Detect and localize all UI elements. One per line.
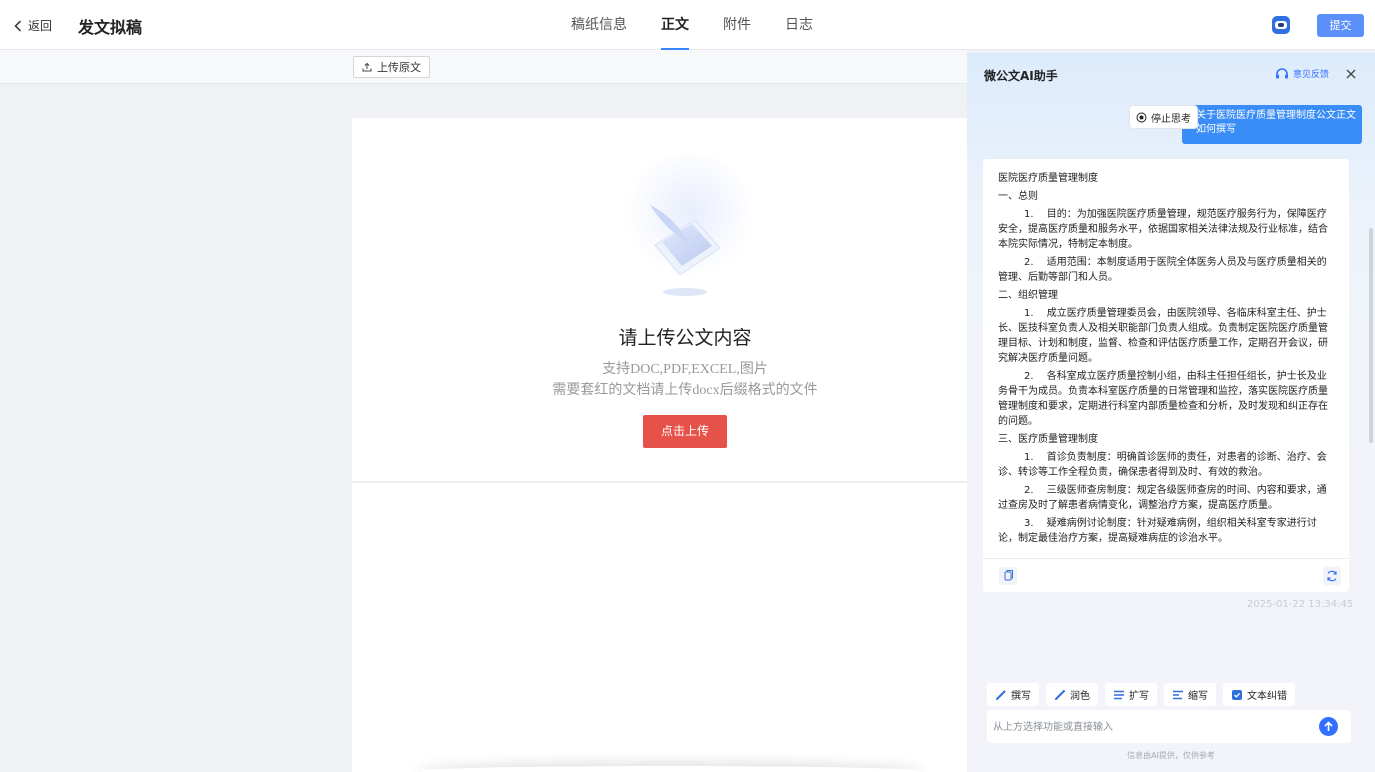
- page-divider: [352, 481, 967, 483]
- answer-paragraph: 2. 适用范围：本制度适用于医院全体医务人员及与医疗质量相关的管理、后勤等部门和…: [998, 257, 1327, 283]
- copy-icon[interactable]: [999, 567, 1017, 585]
- tab-body-text[interactable]: 正文: [661, 0, 689, 50]
- function-toolbar: 撰写 润色 扩写 缩写 文本纠错: [987, 683, 1302, 706]
- main-tabs: 稿纸信息 正文 附件 日志: [571, 0, 847, 50]
- answer-section-heading: 二、组织管理: [998, 290, 1058, 301]
- feedback-label: 意见反馈: [1293, 70, 1330, 80]
- ai-assistant-icon[interactable]: [1272, 16, 1290, 34]
- check-box-icon: [1232, 689, 1242, 700]
- upload-hint-formats: 支持DOC,PDF,EXCEL,图片: [602, 362, 768, 377]
- upload-icon: [362, 62, 372, 72]
- feedback-link[interactable]: 意见反馈: [1275, 67, 1329, 80]
- chat-input-box: [987, 710, 1351, 743]
- stop-thinking-label: 停止思考: [1151, 113, 1191, 125]
- submit-button[interactable]: 提交: [1317, 14, 1364, 37]
- empty-document-icon: [625, 153, 755, 296]
- click-upload-button[interactable]: 点击上传: [643, 415, 727, 448]
- answer-timestamp: 2025-01-22 13:34:45: [1247, 599, 1354, 610]
- stop-thinking-button[interactable]: 停止思考: [1129, 105, 1198, 129]
- upload-original-button[interactable]: 上传原文: [353, 56, 430, 78]
- brush-icon: [1055, 689, 1065, 700]
- chat-input[interactable]: [993, 718, 1313, 736]
- write-label: 撰写: [1011, 691, 1031, 702]
- close-icon[interactable]: [1344, 67, 1358, 81]
- ai-answer-text: 医院医疗质量管理制度 一、总则 1. 目的：为加强医院医疗质量管理，规范医疗服务…: [998, 171, 1336, 551]
- expand-lines-icon: [1114, 690, 1124, 699]
- text-correction-label: 文本纠错: [1247, 691, 1287, 702]
- shorten-label: 缩写: [1188, 691, 1208, 702]
- ai-assistant-panel: 微公文AI助手 意见反馈 关于医院医疗质量管理制度公文正文如何撰写 停止思考 医…: [967, 53, 1375, 772]
- upload-original-label: 上传原文: [377, 61, 421, 74]
- card-divider: [983, 558, 1349, 559]
- expand-label: 扩写: [1129, 691, 1149, 702]
- scrollbar[interactable]: [1369, 228, 1373, 443]
- tab-log[interactable]: 日志: [785, 0, 813, 50]
- answer-paragraph: 1. 目的：为加强医院医疗质量管理，规范医疗服务行为，保障医疗安全，提高医疗质量…: [998, 209, 1328, 250]
- shorten-lines-icon: [1173, 690, 1183, 699]
- tab-draft-info[interactable]: 稿纸信息: [571, 0, 627, 50]
- answer-paragraph: 1. 成立医疗质量管理委员会，由医院领导、各临床科室主任、护士长、医技科室负责人…: [998, 308, 1328, 364]
- answer-paragraph: 3. 疑难病例讨论制度：针对疑难病例，组织相关科室专家进行讨论，制定最佳治疗方案…: [998, 518, 1317, 544]
- send-button[interactable]: [1319, 717, 1338, 736]
- text-correction-button[interactable]: 文本纠错: [1223, 683, 1295, 706]
- editor-toolbar: [0, 50, 967, 84]
- answer-title: 医院医疗质量管理制度: [998, 173, 1098, 184]
- headset-icon: [1276, 67, 1288, 78]
- upload-hint-docx: 需要套红的文档请上传docx后缀格式的文件: [552, 383, 818, 398]
- chevron-left-icon: [14, 19, 22, 32]
- stop-icon: [1136, 112, 1147, 122]
- upload-title: 请上传公文内容: [618, 327, 752, 349]
- write-button[interactable]: 撰写: [987, 683, 1039, 706]
- arrow-up-icon: [1324, 721, 1333, 731]
- shorten-button[interactable]: 缩写: [1164, 683, 1216, 706]
- tab-attachments[interactable]: 附件: [723, 0, 751, 50]
- answer-section-heading: 三、医疗质量管理制度: [998, 434, 1098, 445]
- answer-paragraph: 1. 首诊负责制度：明确首诊医师的责任，对患者的诊断、治疗、会诊、转诊等工作全程…: [998, 452, 1327, 478]
- ai-disclaimer: 信息由AI提供，仅供参考: [1127, 751, 1215, 760]
- polish-label: 润色: [1070, 691, 1090, 702]
- answer-paragraph: 2. 各科室成立医疗质量控制小组，由科主任担任组长，护士长及业务骨干为成员。负责…: [998, 371, 1328, 427]
- ai-answer-card: 医院医疗质量管理制度 一、总则 1. 目的：为加强医院医疗质量管理，规范医疗服务…: [983, 159, 1349, 592]
- pen-icon: [996, 690, 1006, 700]
- polish-button[interactable]: 润色: [1046, 683, 1098, 706]
- answer-section-heading: 一、总则: [998, 191, 1038, 202]
- refresh-icon[interactable]: [1323, 567, 1341, 585]
- user-question-bubble: 关于医院医疗质量管理制度公文正文如何撰写: [1182, 105, 1362, 144]
- answer-paragraph: 2. 三级医师查房制度：规定各级医师查房的时间、内容和要求，通过查房及时了解患者…: [998, 485, 1327, 511]
- expand-button[interactable]: 扩写: [1105, 683, 1157, 706]
- page-title: 发文拟稿: [78, 18, 143, 37]
- ai-panel-title: 微公文AI助手: [984, 69, 1058, 83]
- page-shadow: [420, 766, 920, 772]
- top-header: 返回 发文拟稿 稿纸信息 正文 附件 日志 提交: [0, 0, 1375, 50]
- back-label: 返回: [28, 19, 53, 33]
- back-button[interactable]: 返回: [14, 17, 52, 34]
